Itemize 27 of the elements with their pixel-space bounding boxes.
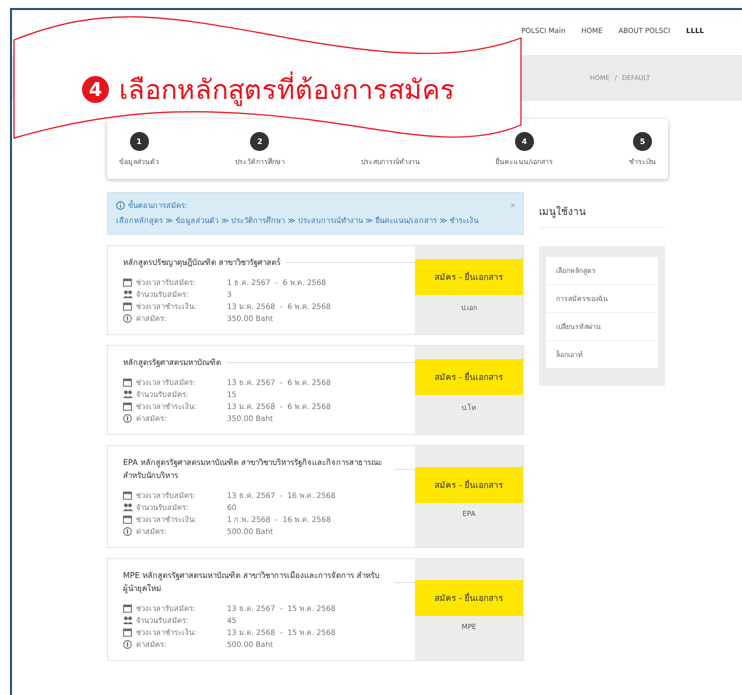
users-icon [123,502,133,512]
sidebar-title: เมนูใช้งาน [539,192,665,228]
users-icon [123,290,133,298]
calendar-icon [123,402,132,410]
calendar-icon [123,604,132,612]
apply-button[interactable]: สมัคร - ยื่นเอกสาร [415,580,523,616]
coin-icon [123,526,132,536]
calendar-icon [123,490,132,500]
users-icon [123,390,133,398]
callout-text: เลือกหลักสูตรที่ต้องการสมัคร [119,68,455,111]
calendar-icon [123,628,132,636]
apply-button[interactable]: สมัคร - ยื่นเอกสาร [415,467,523,503]
coin-icon [123,414,132,422]
apply-button[interactable]: สมัคร - ยื่นเอกสาร [415,359,523,395]
calendar-icon [123,378,132,386]
program-title: MPE หลักสูตรรัฐศาสตรมหาบัณฑิต สาขาวิชาการเมืองและการจัดการ สำหรับผู้นำยุคใหม่ [123,570,380,595]
calendar-icon [123,302,132,310]
calendar-icon [123,278,132,286]
coin-icon [123,640,132,648]
apply-button[interactable]: สมัคร - ยื่นเอกสาร [415,259,523,295]
coin-icon [123,314,132,322]
program-title: EPA หลักสูตรรัฐศาสตรมหาบัณฑิต สาขาวิชาบริหารรัฐกิจและกิจการสาธารณะ สำหรับนักบริหาร [123,457,383,482]
program-title: หลักสูตรรัฐศาสตรมหาบัณฑิต [123,357,221,369]
info-icon [116,200,125,210]
program-title: หลักสูตรปรัชญาดุษฎีบัณฑิต สาขาวิชารัฐศาสตร์ [123,256,281,269]
calendar-icon [123,514,132,524]
users-icon [123,616,133,624]
